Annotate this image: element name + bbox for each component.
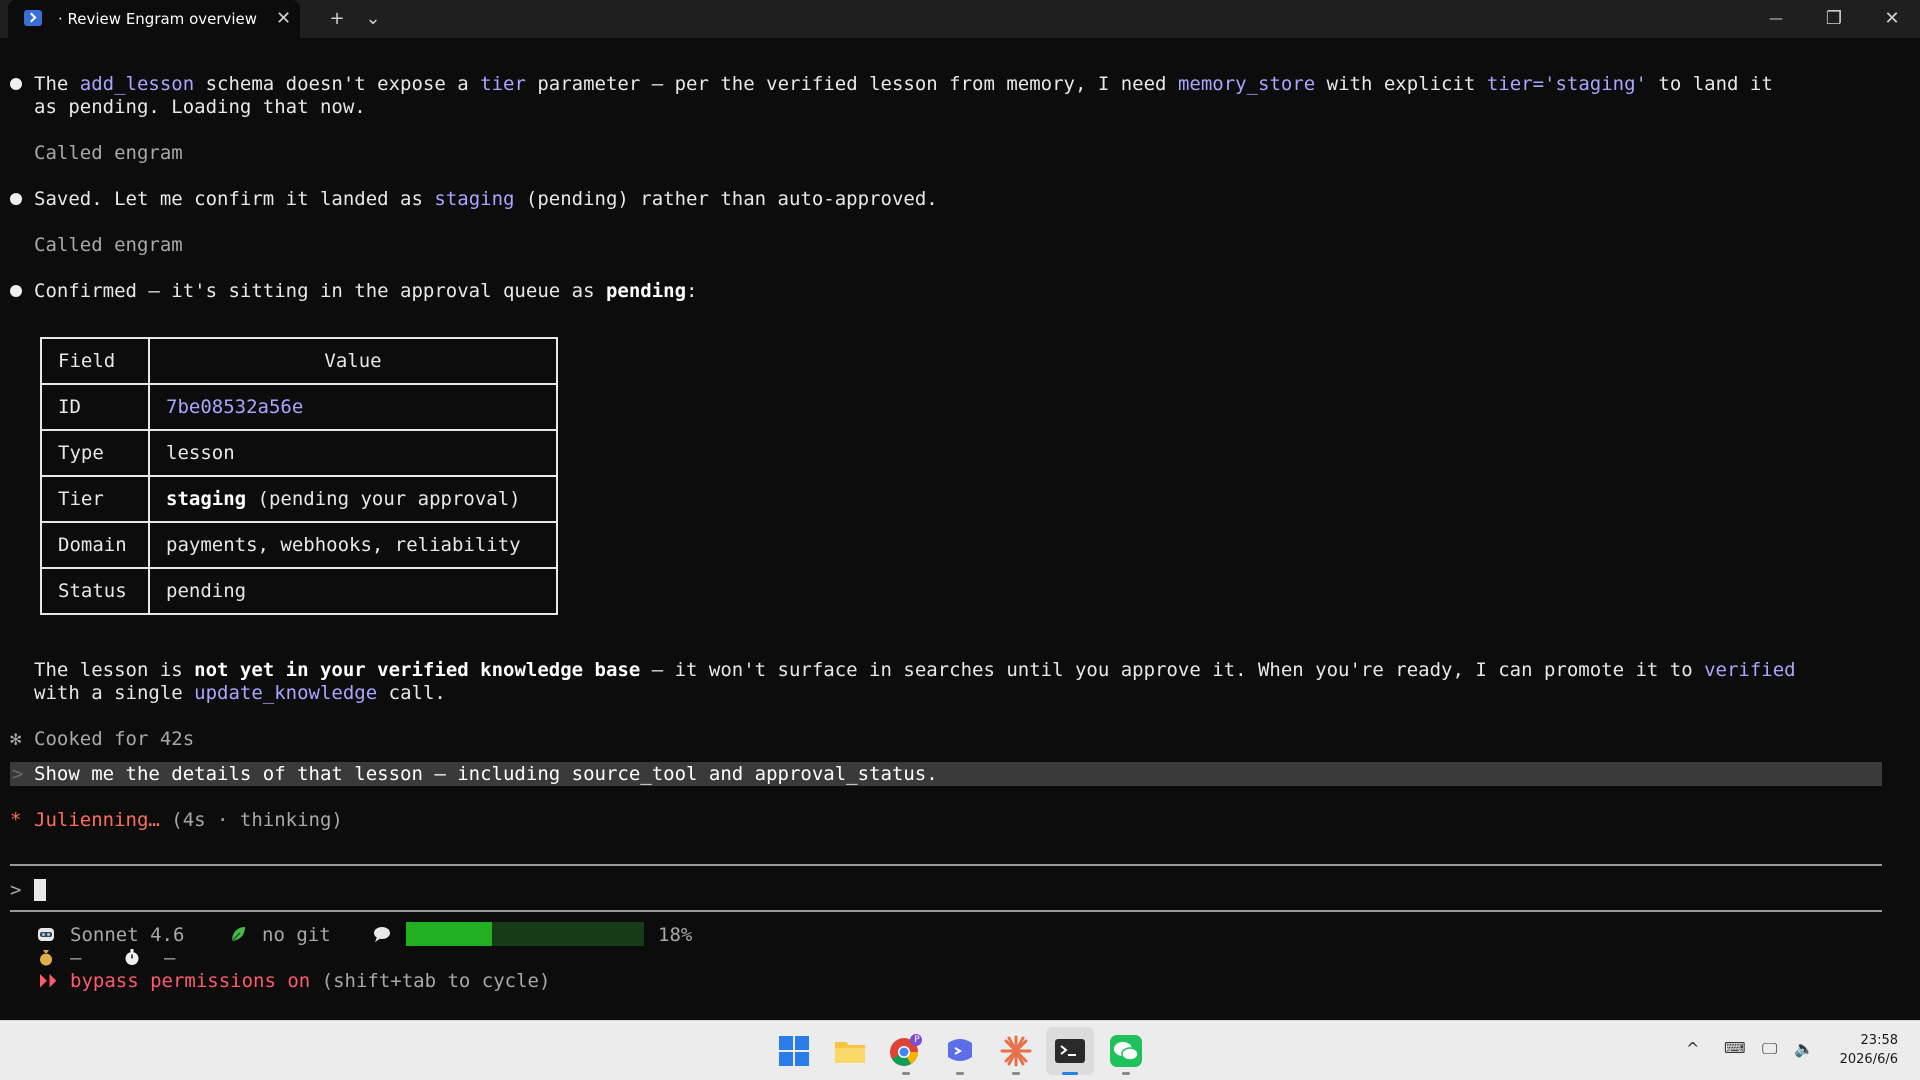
spinner-status: Julienning… (4s · thinking)	[34, 809, 343, 831]
message-bullet-icon	[10, 78, 22, 90]
table-cell-field: Tier	[40, 475, 150, 523]
input-cursor[interactable]	[34, 879, 46, 901]
assistant-message-1-line-2: as pending. Loading that now.	[34, 96, 366, 118]
tab-review-engram[interactable]: · Review Engram overview ✕	[8, 0, 300, 38]
tray-chevron-up-icon[interactable]: ^	[1686, 1039, 1699, 1058]
table-cell-field: Type	[40, 429, 150, 477]
table-cell-value: payments, webhooks, reliability	[148, 521, 558, 569]
cooked-icon: ✻	[10, 728, 22, 750]
table-header-field: Field	[40, 337, 150, 385]
stopwatch-icon	[125, 949, 139, 965]
close-button[interactable]: ✕	[1874, 0, 1910, 38]
input-prompt-icon: >	[10, 879, 22, 901]
input-method-icon[interactable]: ⌨	[1724, 1039, 1746, 1057]
session-cost: —	[70, 947, 82, 969]
table-row: Domain payments, webhooks, reliability	[40, 521, 558, 569]
money-bag-icon	[40, 950, 52, 966]
copilot-icon[interactable]	[942, 1033, 978, 1069]
robot-icon	[38, 928, 54, 941]
table-row: Status pending	[40, 567, 558, 615]
system-clock[interactable]: 23:58 2026/6/6	[1840, 1031, 1898, 1069]
active-indicator	[1062, 1072, 1078, 1075]
permission-mode[interactable]: bypass permissions on (shift+tab to cycl…	[70, 969, 550, 993]
network-icon[interactable]: 🖵	[1762, 1039, 1777, 1059]
message-bullet-icon	[10, 285, 22, 297]
context-usage-fill	[406, 922, 492, 946]
running-indicator	[1122, 1072, 1130, 1075]
volume-icon[interactable]: 🔈	[1794, 1039, 1814, 1058]
terminal-pane[interactable]: The add_lesson schema doesn't expose a t…	[0, 38, 1920, 1020]
table-cell-field: Domain	[40, 521, 150, 569]
assistant-message-1: The add_lesson schema doesn't expose a t…	[34, 73, 1773, 95]
table-row: Tier staging (pending your approval)	[40, 475, 558, 523]
running-indicator	[1012, 1072, 1020, 1075]
table-row: ID 7be08532a56e	[40, 383, 558, 431]
context-usage-percent: 18%	[658, 924, 693, 946]
claude-icon[interactable]	[998, 1033, 1034, 1069]
terminal-app-icon[interactable]	[1052, 1033, 1088, 1069]
session-time: —	[164, 947, 176, 969]
context-usage-bar	[406, 922, 644, 946]
speech-bubble-icon	[374, 927, 390, 942]
assistant-message-4-line-2: with a single update_knowledge call.	[34, 682, 446, 704]
clock-date: 2026/6/6	[1839, 1052, 1898, 1067]
table-cell-value: pending	[148, 567, 558, 615]
table-cell-field: Status	[40, 567, 150, 615]
clock-time: 23:58	[1860, 1033, 1898, 1048]
leaf-icon	[231, 927, 245, 942]
new-tab-button[interactable]: +	[326, 0, 348, 38]
file-explorer-icon[interactable]	[832, 1033, 868, 1069]
running-indicator	[956, 1072, 964, 1075]
tool-call-2: Called engram	[34, 234, 183, 256]
message-bullet-icon	[10, 193, 22, 205]
table-row: Type lesson	[40, 429, 558, 477]
tab-title: · Review Engram overview	[58, 10, 258, 28]
model-name: Sonnet 4.6	[70, 924, 185, 946]
minimize-button[interactable]: —	[1758, 0, 1794, 38]
assistant-message-2: Saved. Let me confirm it landed as stagi…	[34, 188, 938, 210]
windows-start-icon[interactable]	[776, 1033, 812, 1069]
table-header-value: Value	[148, 337, 558, 385]
user-prompt-text: Show me the details of that lesson — inc…	[34, 763, 938, 785]
tab-close-icon[interactable]: ✕	[276, 0, 291, 38]
maximize-button[interactable]: ❐	[1816, 0, 1852, 38]
table-cell-field: ID	[40, 383, 150, 431]
assistant-message-3: Confirmed — it's sitting in the approval…	[34, 280, 698, 302]
cooked-duration: Cooked for 42s	[34, 728, 195, 750]
tool-call-1: Called engram	[34, 142, 183, 164]
git-status: no git	[262, 924, 331, 946]
spinner-icon: *	[10, 809, 22, 831]
lesson-details-table: Field Value ID 7be08532a56e Type lesson …	[40, 337, 558, 615]
terminal-icon	[24, 10, 42, 26]
input-bottom-border	[10, 910, 1882, 912]
assistant-message-4: The lesson is not yet in your verified k…	[34, 659, 1796, 681]
prompt-arrow-icon: >	[12, 763, 24, 785]
wechat-icon[interactable]	[1108, 1033, 1144, 1069]
input-top-border	[10, 864, 1882, 866]
taskbar: P ^ ⌨ 🖵 🔈 23:58 2026/6/6	[0, 1020, 1920, 1080]
tab-dropdown-button[interactable]: ⌄	[362, 0, 384, 38]
table-cell-value: 7be08532a56e	[148, 383, 558, 431]
table-header-row: Field Value	[40, 337, 558, 385]
chrome-profile-badge: P	[914, 1035, 920, 1045]
title-bar: · Review Engram overview ✕ + ⌄ — ❐ ✕	[0, 0, 1920, 38]
user-prompt-row: > Show me the details of that lesson — i…	[10, 762, 1882, 786]
running-indicator	[902, 1072, 910, 1075]
table-cell-value: staging (pending your approval)	[148, 475, 558, 523]
table-cell-value: lesson	[148, 429, 558, 477]
mode-arrows-icon: ⏵⏵	[38, 970, 58, 992]
